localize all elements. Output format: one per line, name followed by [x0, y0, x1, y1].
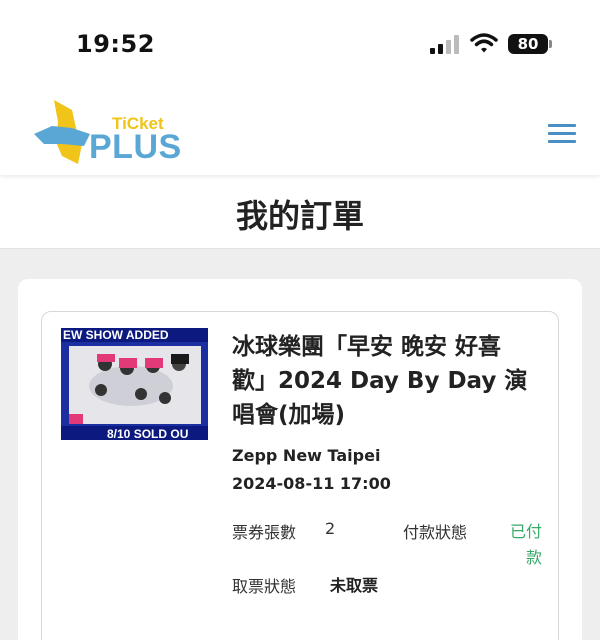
event-poster-image: EW SHOW ADDED 8/10 SOLD OU [61, 328, 208, 440]
pickup-status-value: 未取票 [232, 573, 382, 599]
event-datetime: 2024-08-11 17:00 [232, 474, 391, 493]
status-time: 19:52 [76, 30, 155, 58]
event-venue: Zepp New Taipei [232, 446, 381, 465]
ticket-count-label: 票券張數 [232, 523, 297, 542]
app-header: TiCket PLUS [0, 90, 600, 175]
event-thumbnail[interactable]: EW SHOW ADDED 8/10 SOLD OU [61, 328, 208, 440]
battery-icon: 80 [508, 34, 548, 54]
page-title-bar: 我的訂單 [0, 175, 600, 249]
payment-status-label: 付款狀態 [403, 523, 468, 542]
event-title[interactable]: 冰球樂團「早安 晚安 好喜歡」2024 Day By Day 演唱會(加場) [232, 330, 532, 432]
status-bar: 19:52 80 [0, 0, 600, 90]
ticketplus-logo[interactable]: TiCket PLUS [32, 98, 181, 170]
poster-bottom-banner: 8/10 SOLD OU [107, 427, 188, 440]
hamburger-menu-icon[interactable] [548, 124, 576, 144]
pickup-status-text: 未取票 [330, 576, 379, 595]
poster-top-banner: EW SHOW ADDED [63, 328, 169, 342]
payment-status-value: 已付款 [509, 522, 542, 567]
logo-plus-text: PLUS [89, 128, 182, 166]
cellular-signal-icon [430, 34, 460, 54]
wifi-icon [470, 33, 498, 53]
ticket-count-value: 2 [325, 519, 336, 538]
page-title: 我的訂單 [235, 197, 364, 235]
battery-tip [549, 40, 552, 48]
